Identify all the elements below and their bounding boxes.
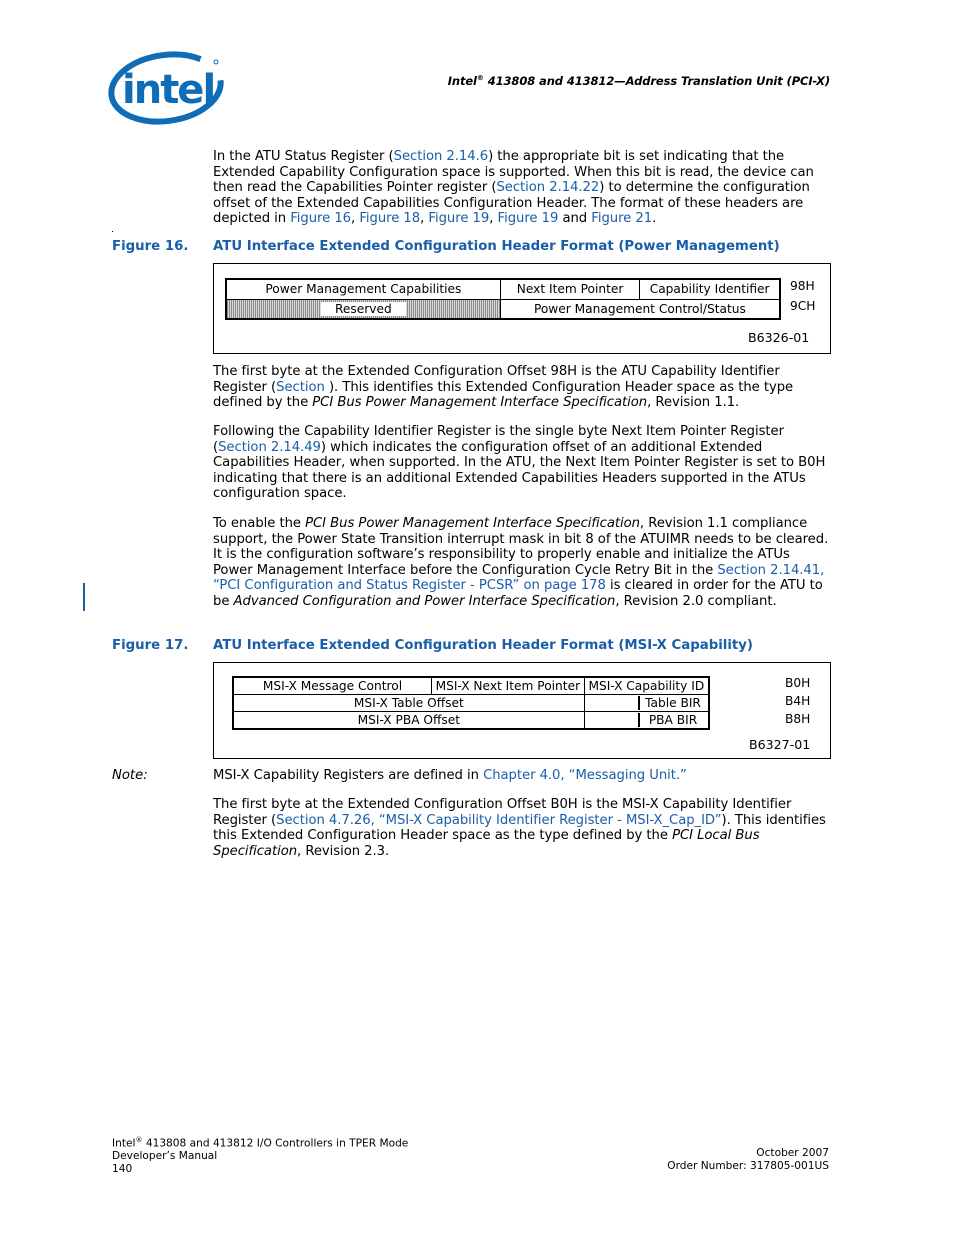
running-title: 413808 and 413812—Address Translation Un… — [483, 74, 830, 88]
link-section-2-14-49[interactable]: Section 2.14.49 — [218, 440, 321, 455]
cell-next-item-pointer: Next Item Pointer — [499, 278, 641, 300]
running-header: Intel® 413808 and 413812—Address Transla… — [440, 74, 830, 88]
cell-msix-table-offset: MSI-X Table Offset — [232, 693, 585, 713]
link-figure-19-b[interactable]: Figure 19 — [498, 211, 559, 226]
link-figure-16[interactable]: Figure 16 — [290, 211, 351, 226]
footer-left: Intel® 413808 and 413812 I/O Controllers… — [112, 1134, 408, 1175]
figure-17-diagram: MSI-X Message Control MSI-X Next Item Po… — [213, 662, 831, 759]
figure-16-caption: Figure 16. ATU Interface Extended Configu… — [112, 239, 832, 254]
offset-label: 9CH — [790, 299, 816, 313]
msix-register-table: MSI-X Message Control MSI-X Next Item Po… — [232, 676, 710, 730]
register-row-b8h: MSI-X PBA Offset PBA BIR — [232, 711, 710, 730]
next-item-pointer-paragraph: Following the Capability Identifier Regi… — [213, 424, 826, 502]
footer-order-number: Order Number: 317805-001US — [667, 1159, 829, 1172]
offset-label: B8H — [785, 712, 811, 726]
link-figure-18[interactable]: Figure 18 — [359, 211, 420, 226]
offset-label: B0H — [785, 676, 811, 690]
change-bar — [83, 583, 85, 611]
figure-number: Figure 17. — [112, 638, 189, 653]
stray-dot — [112, 231, 113, 232]
cell-capability-identifier: Capability Identifier — [639, 278, 781, 300]
power-management-enable-paragraph: To enable the PCI Bus Power Management I… — [213, 516, 829, 609]
footer-doc-type: Developer’s Manual — [112, 1150, 218, 1163]
capability-identifier-paragraph: The first byte at the Extended Configura… — [213, 364, 794, 411]
cell-msix-next-item-pointer: MSI-X Next Item Pointer — [430, 676, 585, 695]
register-row-b4h: MSI-X Table Offset Table BIR — [232, 693, 710, 713]
brand-name: Intel — [447, 74, 477, 88]
figure-id: B6326-01 — [748, 330, 810, 345]
link-section[interactable]: Section — [276, 380, 329, 395]
figure-number: Figure 16. — [112, 239, 189, 254]
link-figure-19[interactable]: Figure 19 — [428, 211, 489, 226]
link-figure-21[interactable]: Figure 21 — [591, 211, 652, 226]
footer-date: October 2007 — [756, 1147, 829, 1159]
link-section-2-14-22[interactable]: Section 2.14.22 — [496, 180, 599, 195]
cell-msix-pba-offset: MSI-X PBA Offset — [232, 711, 585, 730]
cell-pba-bir: PBA BIR — [583, 711, 710, 730]
power-management-register-table: Power Management Capabilities Next Item … — [225, 278, 781, 320]
note-label: Note: — [112, 768, 148, 783]
footer-page-number: 140 — [112, 1162, 133, 1175]
figure-id: B6327-01 — [749, 737, 811, 752]
figure-title: ATU Interface Extended Configuration Hea… — [213, 239, 780, 254]
figure-17-caption: Figure 17. ATU Interface Extended Configu… — [112, 638, 832, 653]
figure-title: ATU Interface Extended Configuration Hea… — [213, 638, 754, 653]
offset-label: 98H — [790, 279, 815, 293]
msix-identifier-paragraph: The first byte at the Extended Configura… — [213, 797, 826, 859]
intro-paragraph: In the ATU Status Register (Section 2.14… — [213, 149, 814, 227]
link-section-4-7-26[interactable]: Section 4.7.26, “MSI-X Capability Identi… — [276, 813, 721, 828]
footer-doc-title: Intel® 413808 and 413812 I/O Controllers… — [112, 1136, 409, 1150]
register-row-b0h: MSI-X Message Control MSI-X Next Item Po… — [232, 676, 710, 695]
cell-reserved: Reserved — [225, 298, 501, 320]
logo-text: intel — [122, 67, 214, 113]
register-row-9ch: Reserved Power Management Control/Status — [225, 298, 781, 320]
register-row-98h: Power Management Capabilities Next Item … — [225, 278, 781, 300]
cell-power-management-control-status: Power Management Control/Status — [499, 298, 781, 320]
link-chapter-4-0[interactable]: Chapter 4.0, “Messaging Unit.” — [483, 768, 687, 783]
cell-table-bir: Table BIR — [583, 693, 710, 713]
registered-mark: ® — [476, 74, 484, 83]
cell-msix-message-control: MSI-X Message Control — [232, 676, 432, 695]
figure-16-diagram: Power Management Capabilities Next Item … — [213, 263, 831, 354]
footer-right: October 2007 Order Number: 317805-001US — [560, 1147, 829, 1172]
cell-msix-capability-id: MSI-X Capability ID — [583, 676, 710, 695]
link-section-2-14-6[interactable]: Section 2.14.6 — [394, 149, 488, 164]
cell-power-management-capabilities: Power Management Capabilities — [225, 278, 501, 300]
note-text: MSI-X Capability Registers are defined i… — [213, 768, 687, 783]
offset-label: B4H — [785, 694, 811, 708]
intel-logo: intel — [108, 48, 228, 128]
